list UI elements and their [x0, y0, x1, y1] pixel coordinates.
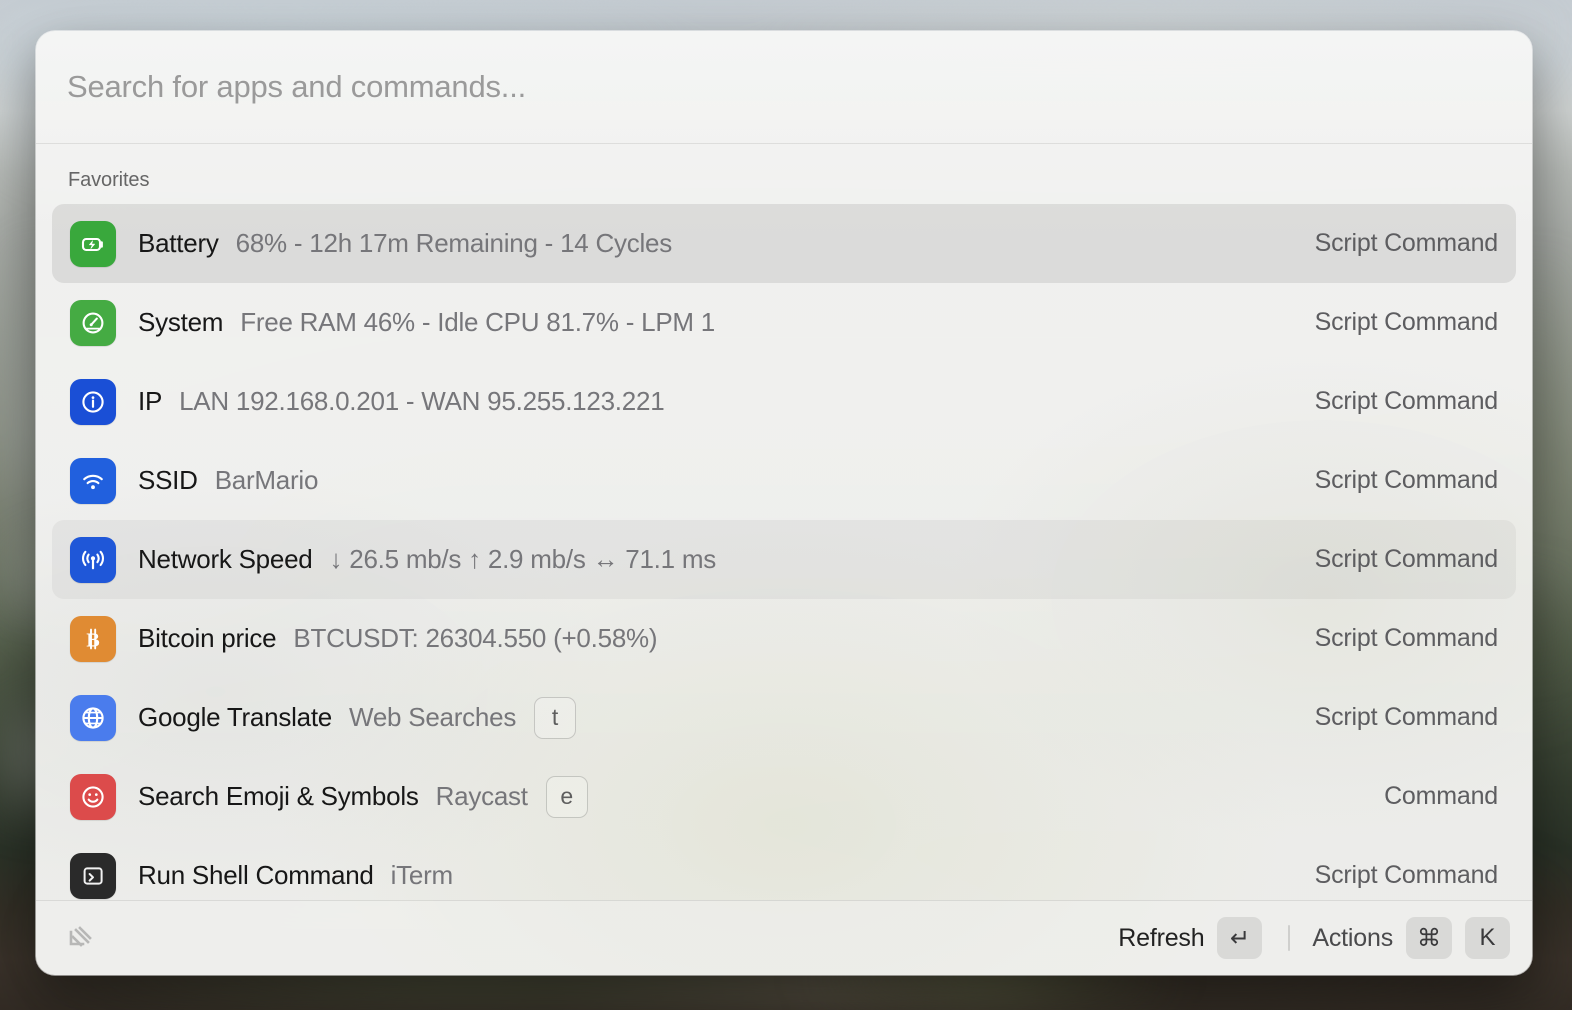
list-item-accessory: Command [1384, 782, 1498, 810]
wifi-icon [70, 457, 116, 504]
list-item-title: Google Translate [138, 702, 333, 732]
list-item-title: SSID [138, 465, 198, 495]
svg-text:B: B [86, 629, 99, 651]
refresh-action-label[interactable]: Refresh [1118, 924, 1204, 953]
list-item-subtitle: Raycast [435, 781, 528, 811]
enter-key-badge[interactable]: ↵ [1217, 917, 1263, 959]
list-item-accessory: Script Command [1314, 545, 1499, 573]
list-item-title: Bitcoin price [138, 623, 277, 653]
list-item[interactable]: Network Speed ↓ 26.5 mb/s ↑ 2.9 mb/s ↔ 71… [52, 520, 1516, 599]
list-item-subtitle: iTerm [390, 860, 454, 890]
list-item-accessory: Script Command [1314, 466, 1499, 494]
footer-actions: Refresh ↵ Actions ⌘ K [1118, 917, 1510, 959]
list-item[interactable]: B Bitcoin price BTCUSDT: 26304.550 (+0.58… [52, 599, 1516, 678]
results-rows: Battery 68% - 12h 17m Remaining - 14 Cycl… [36, 204, 1532, 900]
list-item-title: Battery [138, 228, 219, 258]
list-item-title: Run Shell Command [138, 860, 374, 890]
list-item-title: IP [138, 386, 163, 416]
terminal-icon [70, 852, 116, 899]
info-circle-icon [70, 378, 116, 425]
list-item-subtitle: Web Searches [349, 702, 517, 732]
antenna-broadcast-icon [70, 536, 116, 583]
list-item[interactable]: Run Shell Command iTerm Script Command [52, 836, 1516, 900]
list-item-title: Search Emoji & Symbols [138, 781, 419, 811]
list-item-subtitle: BTCUSDT: 26304.550 (+0.58%) [293, 623, 658, 653]
list-item-subtitle: ↓ 26.5 mb/s ↑ 2.9 mb/s ↔ 71.1 ms [329, 544, 717, 574]
list-item-accessory: Script Command [1314, 387, 1499, 415]
list-item-subtitle: LAN 192.168.0.201 - WAN 95.255.123.221 [179, 386, 665, 416]
list-item-accessory: Script Command [1314, 624, 1499, 652]
list-item-alias-badge[interactable]: t [534, 696, 577, 739]
battery-bolt-icon [70, 220, 116, 267]
list-item-accessory: Script Command [1314, 703, 1499, 731]
results-list: Favorites Battery 68% - 12h 17m Remaining… [36, 144, 1532, 900]
k-key-badge[interactable]: K [1465, 917, 1510, 959]
globe-icon [70, 694, 116, 741]
footer-bar: Refresh ↵ Actions ⌘ K [36, 900, 1532, 975]
list-item[interactable]: IP LAN 192.168.0.201 - WAN 95.255.123.221… [52, 362, 1516, 441]
list-item[interactable]: SSID BarMario Script Command [52, 441, 1516, 520]
list-item-title: Network Speed [138, 544, 313, 574]
raycast-logo [62, 920, 98, 956]
list-item-alias-badge[interactable]: e [545, 775, 588, 818]
bitcoin-icon: B [70, 615, 116, 662]
list-item-subtitle: Free RAM 46% - Idle CPU 81.7% - LPM 1 [240, 307, 715, 337]
list-item-accessory: Script Command [1314, 861, 1499, 889]
list-item[interactable]: Google Translate Web Searches t Script Comm… [52, 678, 1516, 757]
list-item[interactable]: System Free RAM 46% - Idle CPU 81.7% - LP… [52, 283, 1516, 362]
list-item-title: System [138, 307, 224, 337]
actions-label[interactable]: Actions [1312, 924, 1393, 953]
gauge-icon [70, 299, 116, 346]
command-key-badge[interactable]: ⌘ [1406, 917, 1452, 959]
smiley-face-icon [70, 773, 116, 820]
raycast-launcher-window: Favorites Battery 68% - 12h 17m Remaining… [36, 31, 1532, 975]
search-bar [36, 31, 1532, 144]
list-item[interactable]: Battery 68% - 12h 17m Remaining - 14 Cycl… [52, 204, 1516, 283]
footer-divider [1288, 925, 1291, 951]
search-input[interactable] [67, 69, 1501, 105]
section-header-favorites: Favorites [68, 169, 150, 191]
list-item-accessory: Script Command [1314, 308, 1499, 336]
list-item-accessory: Script Command [1314, 229, 1499, 257]
list-item-subtitle: 68% - 12h 17m Remaining - 14 Cycles [235, 228, 673, 258]
list-item-subtitle: BarMario [214, 465, 319, 495]
list-item[interactable]: Search Emoji & Symbols Raycast e Command [52, 757, 1516, 836]
